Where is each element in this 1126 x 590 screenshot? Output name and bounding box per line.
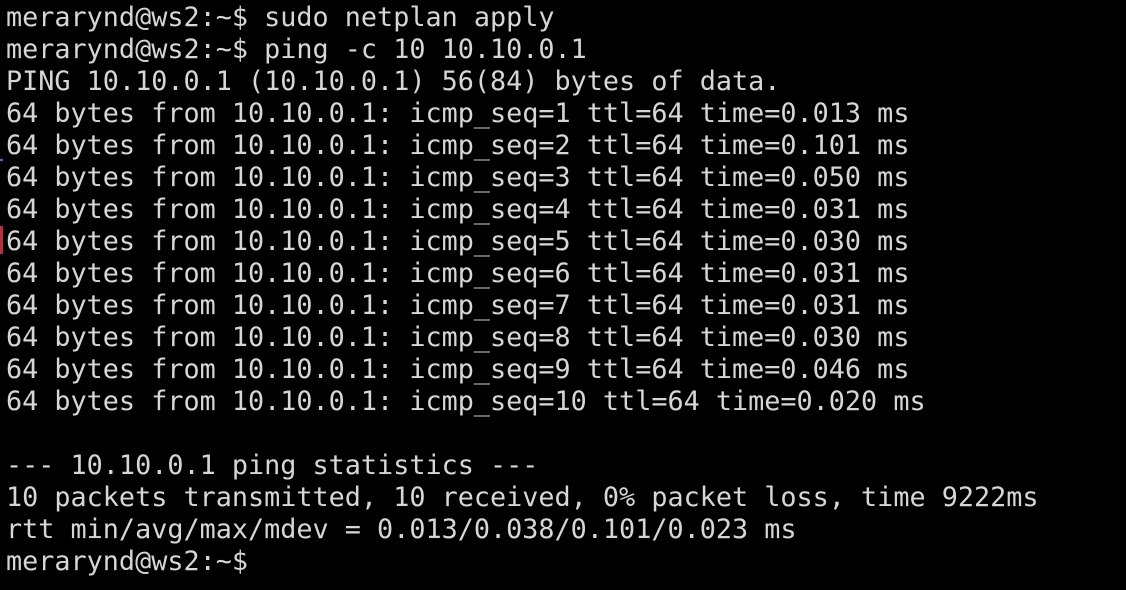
terminal-line: 64 bytes from 10.10.0.1: icmp_seq=2 ttl=… [6,130,910,161]
terminal-line: 64 bytes from 10.10.0.1: icmp_seq=7 ttl=… [6,290,910,321]
terminal-line: 10 packets transmitted, 10 received, 0% … [6,482,1039,513]
terminal-line: merarynd@ws2:~$ ping -c 10 10.10.0.1 [6,34,587,65]
terminal-line: 64 bytes from 10.10.0.1: icmp_seq=10 ttl… [6,386,926,417]
terminal-line: 64 bytes from 10.10.0.1: icmp_seq=9 ttl=… [6,354,910,385]
edge-artifact [0,159,3,161]
terminal-prompt-line[interactable]: merarynd@ws2:~$ [6,546,1039,578]
terminal-line: 64 bytes from 10.10.0.1: icmp_seq=5 ttl=… [6,226,910,257]
terminal-line: rtt min/avg/max/mdev = 0.013/0.038/0.101… [6,514,797,545]
terminal-line: PING 10.10.0.1 (10.10.0.1) 56(84) bytes … [6,66,781,97]
terminal-line: 64 bytes from 10.10.0.1: icmp_seq=6 ttl=… [6,258,910,289]
terminal-window[interactable]: merarynd@ws2:~$ sudo netplan apply merar… [0,0,1126,590]
terminal-line: merarynd@ws2:~$ sudo netplan apply [6,2,555,33]
edge-artifact [0,226,3,254]
terminal-line: 64 bytes from 10.10.0.1: icmp_seq=8 ttl=… [6,322,910,353]
terminal-line: 64 bytes from 10.10.0.1: icmp_seq=3 ttl=… [6,162,910,193]
terminal-line: --- 10.10.0.1 ping statistics --- [6,450,539,481]
terminal-line: 64 bytes from 10.10.0.1: icmp_seq=4 ttl=… [6,194,910,225]
terminal-line: 64 bytes from 10.10.0.1: icmp_seq=1 ttl=… [6,98,910,129]
terminal-output: merarynd@ws2:~$ sudo netplan apply merar… [6,2,1039,578]
